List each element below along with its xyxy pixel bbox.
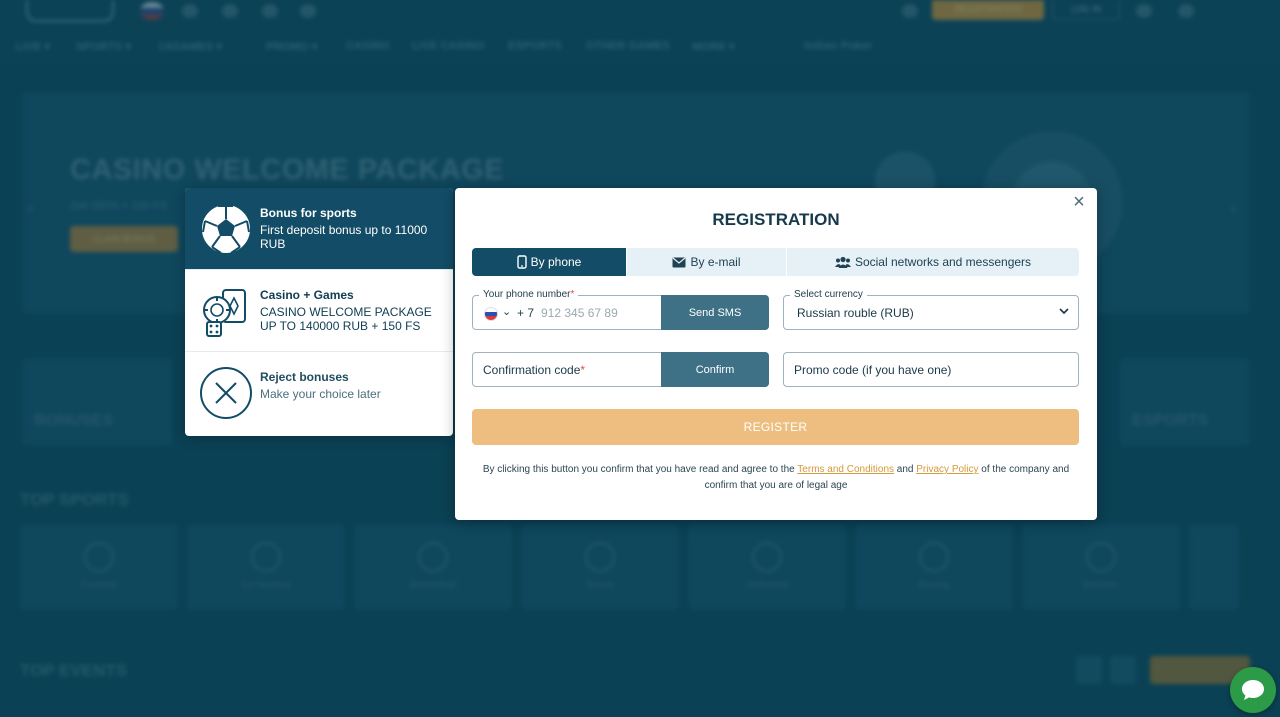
phone-label-text: Your phone number (483, 289, 571, 300)
send-sms-button[interactable]: Send SMS (661, 295, 769, 330)
promo-code-placeholder: Promo code (if you have one) (794, 363, 952, 377)
close-icon[interactable]: × (1069, 192, 1089, 212)
register-button[interactable]: REGISTER (472, 409, 1079, 445)
bonus-option-casino[interactable]: Casino + Games CASINO WELCOME PACKAGE UP… (185, 270, 453, 352)
confirmation-placeholder-text: Confirmation code (483, 363, 581, 377)
bonus-description: CASINO WELCOME PACKAGE UP TO 140000 RUB … (260, 305, 432, 333)
required-mark: * (580, 363, 586, 377)
envelope-icon (672, 257, 686, 267)
tab-social-networks[interactable]: Social networks and messengers (787, 248, 1079, 276)
tab-label: By phone (530, 255, 582, 269)
bonus-title: Bonus for sports (260, 206, 357, 220)
users-icon (834, 256, 851, 268)
chevron-down-icon (1059, 308, 1069, 315)
confirm-button[interactable]: Confirm (661, 352, 769, 387)
bonus-title: Reject bonuses (260, 370, 349, 384)
bonus-option-sports[interactable]: Bonus for sports First deposit bonus up … (185, 188, 453, 270)
modal-title: REGISTRATION (712, 210, 840, 229)
phone-input[interactable] (541, 305, 651, 321)
casino-chips-cards-icon (203, 289, 246, 337)
reject-x-icon (200, 367, 252, 419)
phone-field: Your phone number* ⌄ + 7 Send SMS (472, 289, 769, 330)
registration-tabs: By phone By e-mail Social networks and m… (472, 248, 1079, 276)
country-code: + 7 (517, 306, 535, 320)
currency-label: Select currency (790, 289, 867, 301)
currency-select[interactable]: Select currency Russian rouble (RUB) (783, 289, 1079, 330)
chat-bubble-icon (1242, 680, 1264, 700)
tab-by-phone[interactable]: By phone (472, 248, 627, 276)
promo-code-field[interactable]: Promo code (if you have one) (783, 352, 1079, 387)
tab-by-email[interactable]: By e-mail (627, 248, 787, 276)
registration-modal: × REGISTRATION By phone By e-mail Social… (455, 188, 1097, 520)
tab-label: By e-mail (690, 255, 741, 269)
privacy-link[interactable]: Privacy Policy (916, 464, 978, 475)
bonus-selection-panel: Bonus for sports First deposit bonus up … (185, 188, 453, 436)
disclaimer-text: By clicking this button you confirm that… (482, 464, 798, 475)
phone-field-label: Your phone number* (479, 289, 579, 301)
terms-link[interactable]: Terms and Conditions (797, 464, 894, 475)
required-mark: * (570, 289, 575, 300)
confirmation-code-field[interactable]: Confirmation code* Confirm (472, 352, 769, 387)
disclaimer-text: and (894, 464, 917, 475)
bonus-title: Casino + Games (260, 288, 354, 302)
chevron-down-icon[interactable]: ⌄ (502, 305, 511, 318)
terms-disclaimer: By clicking this button you confirm that… (467, 462, 1085, 494)
tab-label: Social networks and messengers (854, 255, 1032, 269)
bonus-description: Make your choice later (260, 387, 381, 401)
soccer-ball-icon (200, 203, 252, 255)
phone-icon (516, 255, 527, 269)
bonus-description: First deposit bonus up to 11000 RUB (260, 223, 428, 251)
confirmation-code-placeholder: Confirmation code* (483, 363, 585, 377)
russia-flag-icon[interactable] (484, 307, 498, 321)
currency-value: Russian rouble (RUB) (797, 306, 914, 320)
chat-button[interactable] (1230, 667, 1276, 713)
bonus-option-reject[interactable]: Reject bonuses Make your choice later (185, 352, 453, 434)
